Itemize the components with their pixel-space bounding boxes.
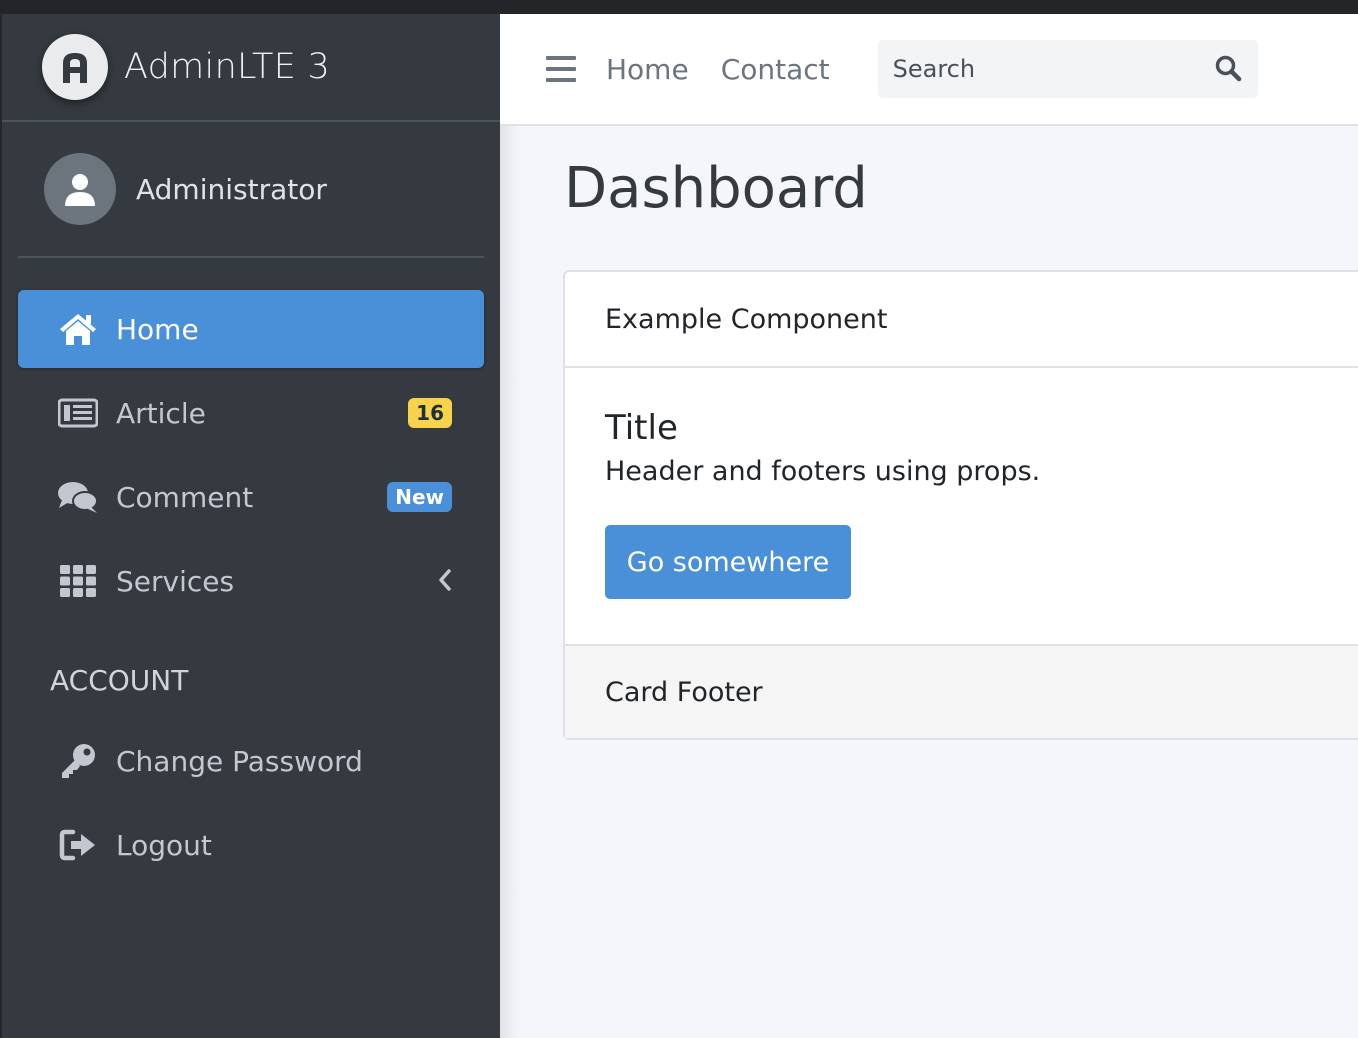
brand-text: AdminLTE 3 <box>124 47 331 87</box>
sidebar-item-home[interactable]: Home <box>18 290 484 368</box>
key-icon <box>56 739 100 783</box>
user-name: Administrator <box>136 172 327 206</box>
sidebar-item-label: Change Password <box>116 744 363 778</box>
card-body: Title Header and footers using props. Go… <box>565 368 1358 644</box>
sidebar-item-label: Logout <box>116 828 212 862</box>
top-navbar: Home Contact <box>500 14 1358 126</box>
page-title: Dashboard <box>564 156 868 221</box>
card-footer: Card Footer <box>565 644 1358 738</box>
comments-icon <box>56 475 100 519</box>
search-icon[interactable] <box>1214 54 1242 86</box>
newspaper-icon <box>56 391 100 435</box>
grid-icon <box>56 559 100 603</box>
sidebar-item-change-password[interactable]: Change Password <box>18 722 484 800</box>
home-icon <box>56 307 100 351</box>
navbar-search <box>877 40 1258 98</box>
go-somewhere-button[interactable]: Go somewhere <box>605 525 851 599</box>
sidebar-shadow <box>500 126 520 1038</box>
sidebar-item-label: Comment <box>116 480 254 514</box>
sidebar-item-label: Home <box>116 312 199 346</box>
card-header: Example Component <box>565 272 1358 368</box>
chevron-left-icon <box>438 569 452 595</box>
sidebar-item-services[interactable]: Services <box>18 542 484 620</box>
adminlte-logo-icon <box>42 34 108 100</box>
user-icon <box>44 153 116 225</box>
article-count-badge: 16 <box>408 398 452 428</box>
main-sidebar: AdminLTE 3 Administrator Home Article 16… <box>0 14 500 1038</box>
comment-new-badge: New <box>387 482 452 512</box>
sidebar-item-logout[interactable]: Logout <box>18 806 484 884</box>
sidebar-item-label: Article <box>116 396 206 430</box>
logout-icon <box>56 823 100 867</box>
brand-link[interactable]: AdminLTE 3 <box>2 14 500 122</box>
sidebar-item-label: Services <box>116 564 235 598</box>
card-title: Title <box>605 408 678 448</box>
sidebar-item-article[interactable]: Article 16 <box>18 374 484 452</box>
menu-toggle-icon[interactable] <box>546 56 576 82</box>
user-panel[interactable]: Administrator <box>18 122 484 258</box>
window-top-strip <box>0 0 1358 14</box>
card-text: Header and footers using props. <box>605 456 1041 487</box>
example-card: Example Component Title Header and foote… <box>563 270 1358 740</box>
navbar-link-home[interactable]: Home <box>606 53 689 86</box>
sidebar-item-comment[interactable]: Comment New <box>18 458 484 536</box>
sidebar-menu: Home Article 16 Comment New Services ACC… <box>18 290 484 884</box>
account-section-header: ACCOUNT <box>50 664 189 697</box>
search-input[interactable] <box>877 55 1198 83</box>
navbar-link-contact[interactable]: Contact <box>721 53 830 86</box>
